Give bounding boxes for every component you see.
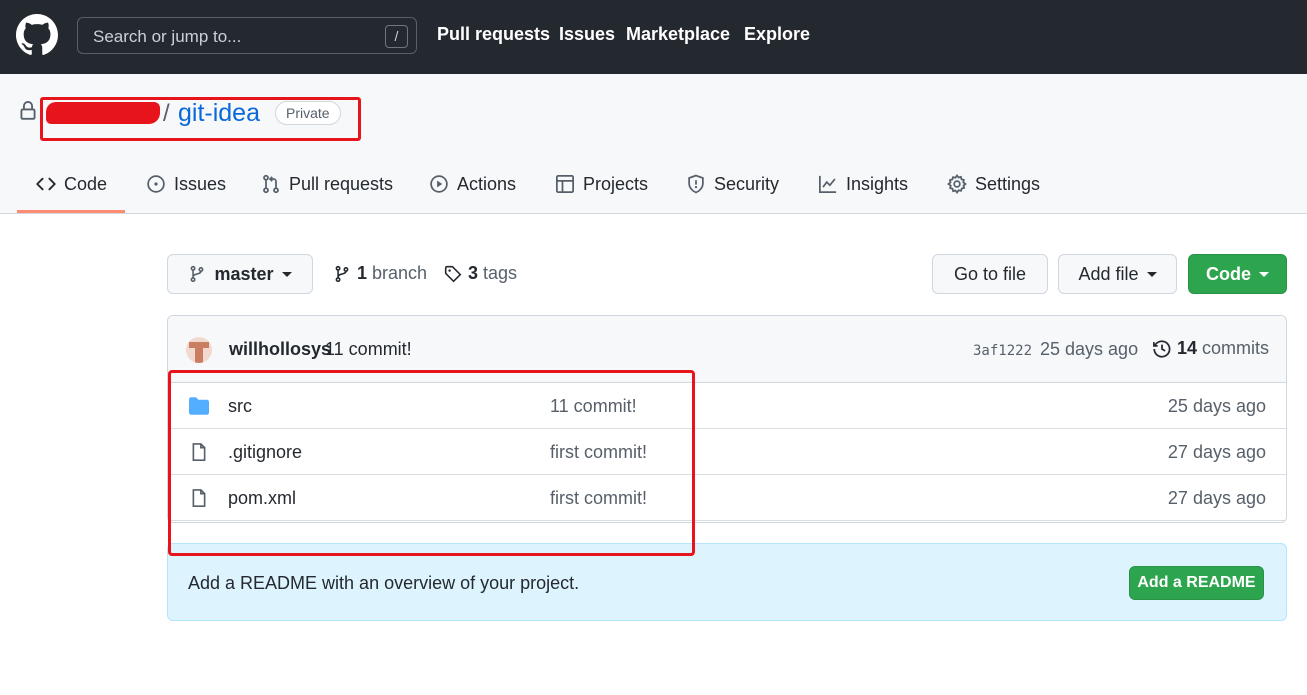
code-button[interactable]: Code bbox=[1188, 254, 1287, 294]
annotation-highlight-files bbox=[168, 370, 695, 556]
graph-icon bbox=[819, 175, 837, 193]
branches-link[interactable]: 1 branch bbox=[333, 263, 427, 284]
commit-message[interactable]: 11 commit! bbox=[325, 339, 412, 360]
commit-time: 25 days ago bbox=[1040, 339, 1139, 359]
commit-sha[interactable]: 3af1222 bbox=[973, 343, 1032, 359]
file-age: 25 days ago bbox=[1167, 396, 1266, 416]
issue-icon bbox=[147, 175, 165, 193]
tag-word: tags bbox=[483, 263, 518, 283]
tag-icon bbox=[444, 265, 462, 282]
commit-count: 14 bbox=[1177, 338, 1198, 358]
tab-settings-label: Settings bbox=[975, 173, 1041, 194]
tag-count: 3 bbox=[468, 263, 479, 283]
search-shortcut-key: / bbox=[385, 25, 408, 48]
add-readme-button[interactable]: Add a README bbox=[1129, 566, 1264, 600]
gear-icon bbox=[947, 174, 967, 194]
tab-issues-label: Issues bbox=[174, 173, 227, 194]
code-button-label: Code bbox=[1206, 263, 1251, 284]
add-file-button[interactable]: Add file bbox=[1058, 254, 1177, 294]
search-input[interactable]: Search or jump to... / bbox=[77, 17, 417, 54]
tags-link[interactable]: 3 tags bbox=[444, 263, 517, 284]
nav-explore[interactable]: Explore bbox=[744, 24, 810, 45]
nav-issues[interactable]: Issues bbox=[559, 24, 615, 45]
go-to-file-button[interactable]: Go to file bbox=[932, 254, 1048, 294]
tab-issues[interactable]: Issues bbox=[146, 170, 226, 198]
git-branch-icon bbox=[191, 265, 204, 283]
branch-word: branch bbox=[372, 263, 428, 283]
commits-link[interactable]: 14 commits bbox=[1152, 338, 1269, 359]
lock-icon bbox=[20, 101, 36, 120]
chevron-down-icon bbox=[1146, 271, 1157, 277]
tab-pull-requests[interactable]: Pull requests bbox=[261, 170, 393, 198]
tab-actions-label: Actions bbox=[457, 173, 517, 194]
branch-name: master bbox=[214, 263, 274, 284]
annotation-highlight-repo-title bbox=[40, 97, 361, 141]
tab-code-label: Code bbox=[64, 173, 108, 194]
chevron-down-icon bbox=[281, 271, 292, 277]
chevron-down-icon bbox=[1259, 271, 1269, 277]
nav-marketplace[interactable]: Marketplace bbox=[626, 24, 730, 45]
tab-insights-label: Insights bbox=[846, 173, 909, 194]
tab-insights[interactable]: Insights bbox=[818, 170, 908, 198]
tab-projects-label: Projects bbox=[583, 173, 649, 194]
file-age: 27 days ago bbox=[1167, 488, 1266, 508]
play-icon bbox=[430, 175, 448, 193]
active-tab-indicator bbox=[17, 210, 125, 213]
tab-security-label: Security bbox=[714, 173, 780, 194]
readme-banner-text: Add a README with an overview of your pr… bbox=[188, 573, 580, 593]
tab-projects[interactable]: Projects bbox=[555, 170, 648, 198]
shield-icon bbox=[688, 174, 704, 194]
tab-security[interactable]: Security bbox=[686, 170, 779, 198]
history-icon bbox=[1153, 339, 1171, 358]
pull-request-icon bbox=[263, 174, 279, 194]
file-age: 27 days ago bbox=[1167, 442, 1266, 462]
tab-actions[interactable]: Actions bbox=[429, 170, 516, 198]
tab-pull-requests-label: Pull requests bbox=[289, 173, 394, 194]
branch-count: 1 bbox=[357, 263, 368, 283]
tab-settings[interactable]: Settings bbox=[947, 170, 1040, 198]
commit-count-word: commits bbox=[1202, 338, 1270, 358]
avatar[interactable] bbox=[186, 337, 212, 363]
git-branch-icon bbox=[335, 265, 349, 282]
table-icon bbox=[556, 175, 574, 193]
search-placeholder: Search or jump to... bbox=[93, 27, 242, 46]
global-header: Search or jump to... / Pull requests Iss… bbox=[0, 0, 1307, 74]
commit-author[interactable]: willhollosys bbox=[229, 339, 331, 360]
nav-pull-requests[interactable]: Pull requests bbox=[437, 24, 550, 45]
tab-code[interactable]: Code bbox=[36, 170, 107, 198]
github-logo-icon[interactable] bbox=[16, 14, 58, 56]
branch-select-button[interactable]: master bbox=[167, 254, 313, 294]
add-file-label: Add file bbox=[1078, 263, 1139, 284]
code-icon bbox=[36, 177, 56, 191]
